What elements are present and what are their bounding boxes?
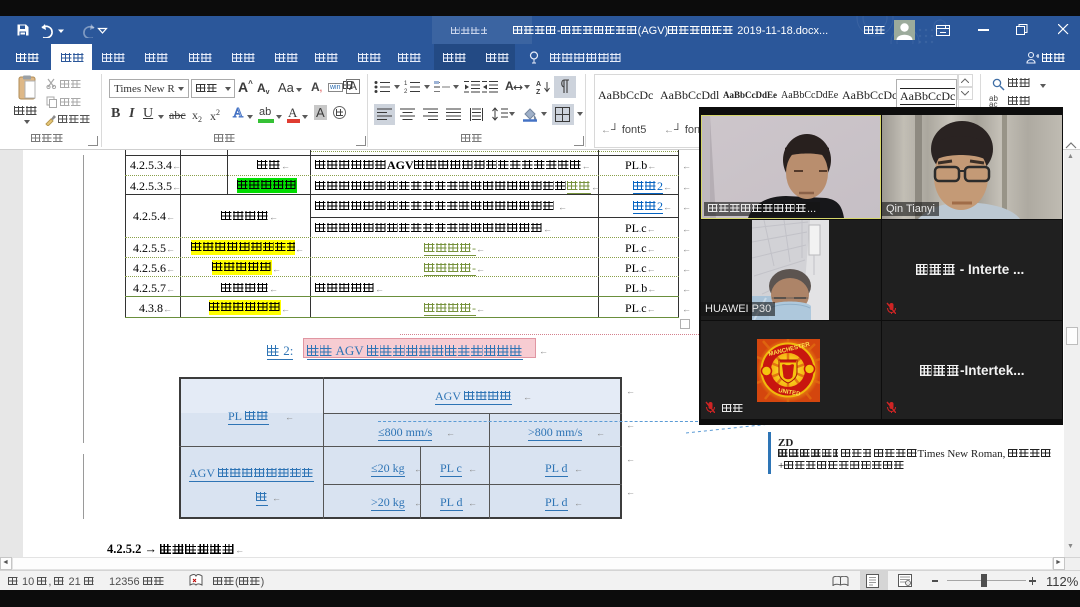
svg-text:Z: Z <box>536 89 541 95</box>
svg-text:2: 2 <box>404 89 408 94</box>
svg-text:A: A <box>536 81 541 88</box>
svg-text:1: 1 <box>404 81 408 87</box>
